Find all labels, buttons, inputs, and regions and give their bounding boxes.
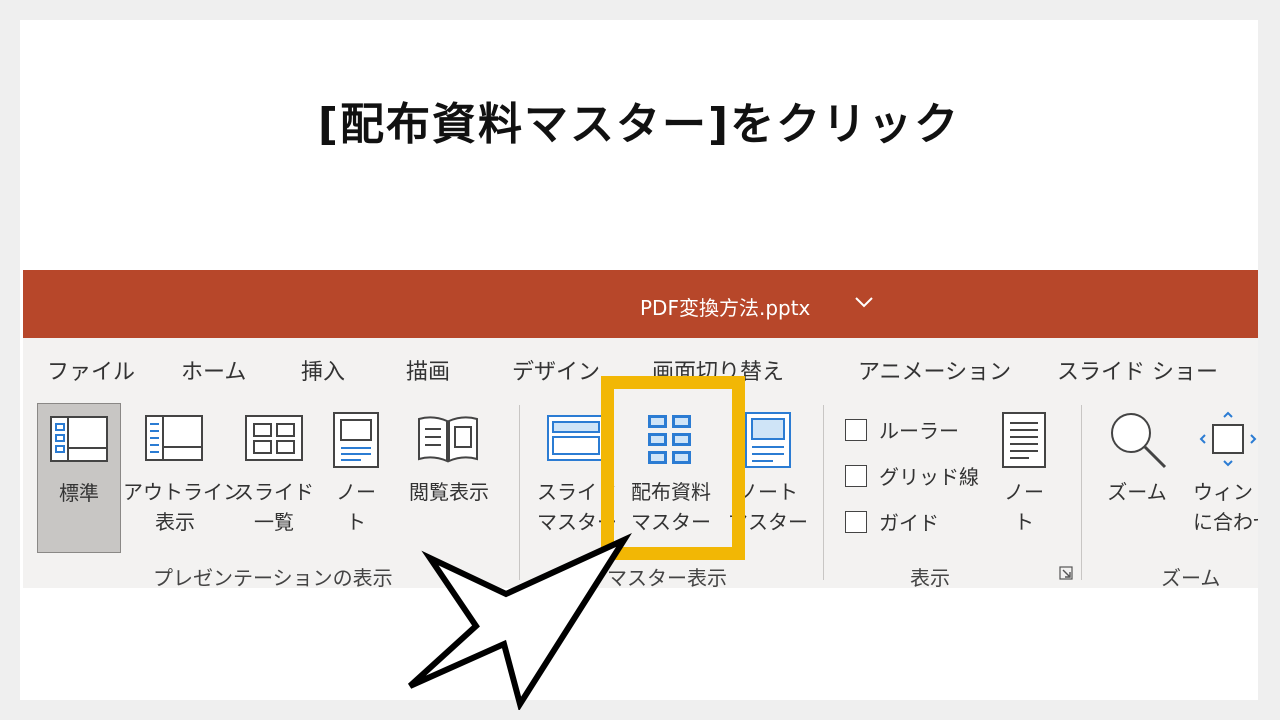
group-separator: [1081, 405, 1082, 580]
notes-label-2: ト: [1014, 510, 1034, 534]
notes-icon: [1002, 412, 1046, 468]
slide-master-icon: [547, 415, 605, 461]
outline-view-label-2: 表示: [155, 510, 195, 534]
slide-sorter-label-1: スライド: [234, 480, 314, 504]
group-label-zoom: ズーム: [1161, 566, 1221, 588]
ruler-label: ルーラー: [879, 419, 959, 443]
checkbox-box[interactable]: [845, 419, 867, 441]
gridlines-checkbox[interactable]: グリッド線: [845, 461, 979, 490]
tab-file[interactable]: ファイル: [47, 354, 135, 386]
notes-master-icon: [745, 412, 791, 468]
slide-sorter-button[interactable]: スライド 一覧: [233, 403, 315, 551]
normal-view-label: 標準: [59, 481, 99, 505]
group-label-presentation-views: プレゼンテーションの表示: [153, 566, 393, 588]
normal-view-icon: [50, 416, 108, 462]
notes-page-button[interactable]: ノー ト: [321, 403, 391, 551]
dialog-launcher-icon[interactable]: [1059, 566, 1073, 580]
normal-view-button[interactable]: 標準: [37, 403, 121, 553]
group-separator: [823, 405, 824, 580]
tab-animations[interactable]: アニメーション: [858, 354, 1011, 386]
reading-view-icon: [418, 416, 478, 463]
tab-slideshow[interactable]: スライド ショー: [1057, 354, 1218, 386]
guides-checkbox[interactable]: ガイド: [845, 507, 939, 536]
chevron-down-icon[interactable]: [853, 291, 875, 318]
notes-label-1: ノー: [1004, 480, 1044, 504]
notes-button[interactable]: ノー ト: [989, 403, 1059, 551]
magnifier-icon: [1111, 413, 1167, 469]
fit-to-window-button[interactable]: ウィンド に合わせ: [1183, 403, 1258, 551]
zoom-label: ズーム: [1107, 480, 1167, 504]
gridlines-label: グリッド線: [879, 465, 979, 489]
title-bar: PDF変換方法.pptx: [23, 270, 1258, 338]
tab-draw[interactable]: 描画: [406, 354, 450, 386]
checkbox-box[interactable]: [845, 511, 867, 533]
outline-view-label-1: アウトライン: [123, 480, 243, 504]
tab-insert[interactable]: 挿入: [301, 354, 345, 386]
outline-view-button[interactable]: アウトライン 表示: [123, 403, 243, 551]
checkbox-box[interactable]: [845, 465, 867, 487]
tab-design[interactable]: デザイン: [512, 354, 600, 386]
slide-sorter-label-2: 一覧: [254, 510, 294, 534]
fit-to-window-label-1: ウィンド: [1193, 480, 1258, 504]
fit-to-window-label-2: に合わせ: [1193, 510, 1258, 534]
outline-view-icon: [145, 415, 203, 461]
arrow-cursor-icon: [407, 533, 632, 710]
reading-view-button[interactable]: 閲覧表示: [397, 403, 501, 551]
notes-page-icon: [333, 412, 379, 468]
file-name[interactable]: PDF変換方法.pptx: [640, 292, 810, 321]
group-label-show: 表示: [910, 566, 950, 588]
reading-view-label: 閲覧表示: [409, 480, 489, 504]
notes-page-label-1: ノー: [336, 480, 376, 504]
notes-page-label-2: ト: [346, 510, 366, 534]
guides-label: ガイド: [879, 511, 939, 535]
ruler-checkbox[interactable]: ルーラー: [845, 415, 959, 444]
fit-to-window-icon: [1199, 411, 1257, 467]
tab-home[interactable]: ホーム: [181, 354, 246, 386]
slide-title: [配布資料マスター]をクリック: [317, 99, 961, 150]
slide-sorter-icon: [245, 415, 303, 461]
zoom-button[interactable]: ズーム: [1097, 403, 1177, 551]
